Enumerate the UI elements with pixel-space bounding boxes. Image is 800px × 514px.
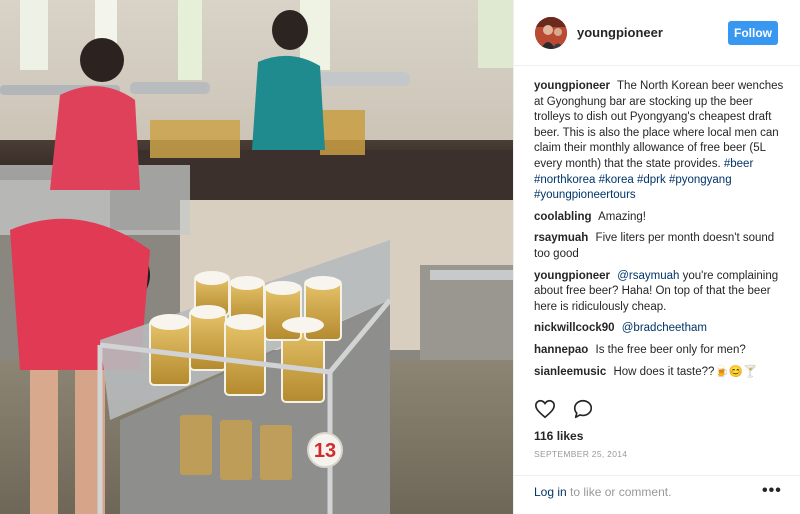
comment-username[interactable]: hannepao: [534, 344, 588, 356]
post-header: youngpioneer Follow: [514, 0, 800, 66]
caption-text: The North Korean beer wenches at Gyonghu…: [534, 80, 784, 170]
hashtag-link[interactable]: #korea: [599, 174, 634, 186]
hashtag-link[interactable]: #pyongyang: [669, 174, 732, 186]
post-photo[interactable]: 13: [0, 0, 513, 514]
avatar-image: [535, 17, 567, 49]
comment-item: hannepao Is the free beer only for men?: [534, 343, 788, 359]
comment-item: youngpioneer @rsaymuah you're complainin…: [534, 269, 788, 316]
login-prompt: Log in to like or comment.: [534, 485, 671, 499]
caption: youngpioneer The North Korean beer wench…: [534, 79, 788, 204]
hashtag-link[interactable]: #northkorea: [534, 174, 595, 186]
comment-username[interactable]: youngpioneer: [534, 270, 610, 282]
follow-button[interactable]: Follow: [728, 21, 778, 45]
hashtag-link[interactable]: #beer: [724, 158, 753, 170]
comment-mention[interactable]: @rsaymuah: [617, 270, 679, 282]
hashtag-link[interactable]: #dprk: [637, 174, 666, 186]
comment-text: How does it taste??🍺😊🍸: [613, 365, 758, 378]
caption-username[interactable]: youngpioneer: [534, 80, 610, 92]
post-actions: [534, 398, 606, 422]
comment-text: Amazing!: [598, 210, 646, 223]
comment-item: coolabling Amazing!: [534, 210, 788, 226]
comments-list: youngpioneer The North Korean beer wench…: [534, 79, 788, 389]
photo-illustration: [0, 0, 513, 514]
post-footer: Log in to like or comment. •••: [514, 475, 800, 514]
comment-item: rsaymuah Five liters per month doesn't s…: [534, 231, 788, 262]
comment-bubble-icon[interactable]: [572, 398, 596, 422]
comment-text: Is the free beer only for men?: [595, 343, 746, 356]
comment-username[interactable]: coolabling: [534, 211, 592, 223]
comment-item: nickwillcock90 @bradcheetham: [534, 321, 788, 337]
header-username[interactable]: youngpioneer: [577, 25, 663, 40]
comment-item: sianleemusic How does it taste??🍺😊🍸: [534, 365, 788, 381]
post-sidebar: youngpioneer Follow youngpioneer The Nor…: [513, 0, 800, 514]
avatar[interactable]: [535, 17, 567, 49]
login-suffix: to like or comment.: [570, 485, 672, 499]
comment-mention[interactable]: @bradcheetham: [622, 322, 707, 334]
comment-username[interactable]: nickwillcock90: [534, 322, 615, 334]
likes-count[interactable]: 116 likes: [534, 429, 583, 443]
hashtag-link[interactable]: #youngpioneertours: [534, 189, 636, 201]
comment-username[interactable]: rsaymuah: [534, 232, 588, 244]
comment-username[interactable]: sianleemusic: [534, 366, 606, 378]
trolley-number-tag: 13: [307, 432, 343, 468]
trolley-number: 13: [313, 440, 337, 462]
login-link[interactable]: Log in: [534, 485, 567, 499]
heart-icon[interactable]: [534, 398, 558, 422]
more-options-icon[interactable]: •••: [762, 482, 782, 500]
post-date: SEPTEMBER 25, 2014: [534, 449, 628, 459]
